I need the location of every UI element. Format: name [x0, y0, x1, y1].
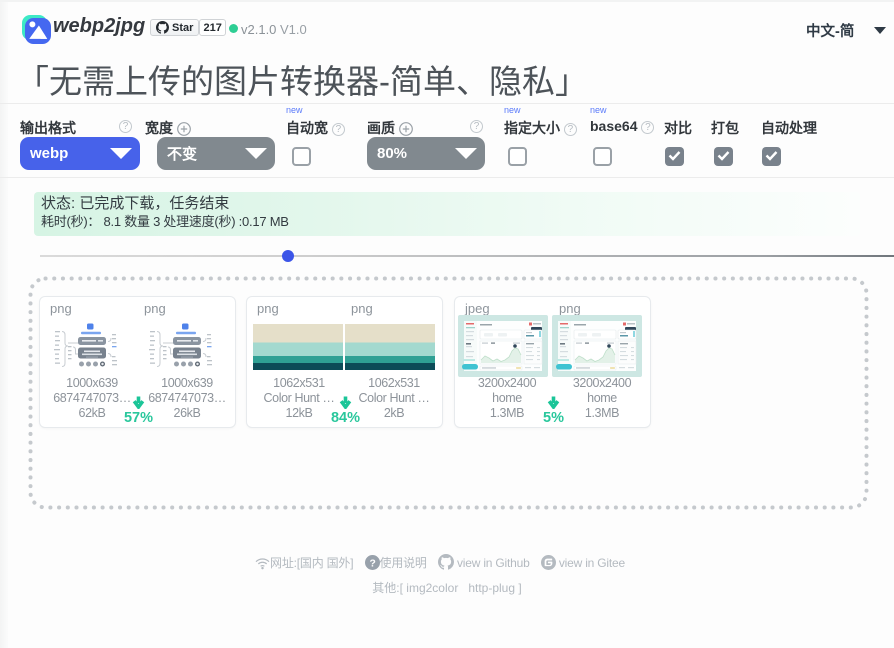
svg-text:?: ? — [369, 558, 375, 569]
